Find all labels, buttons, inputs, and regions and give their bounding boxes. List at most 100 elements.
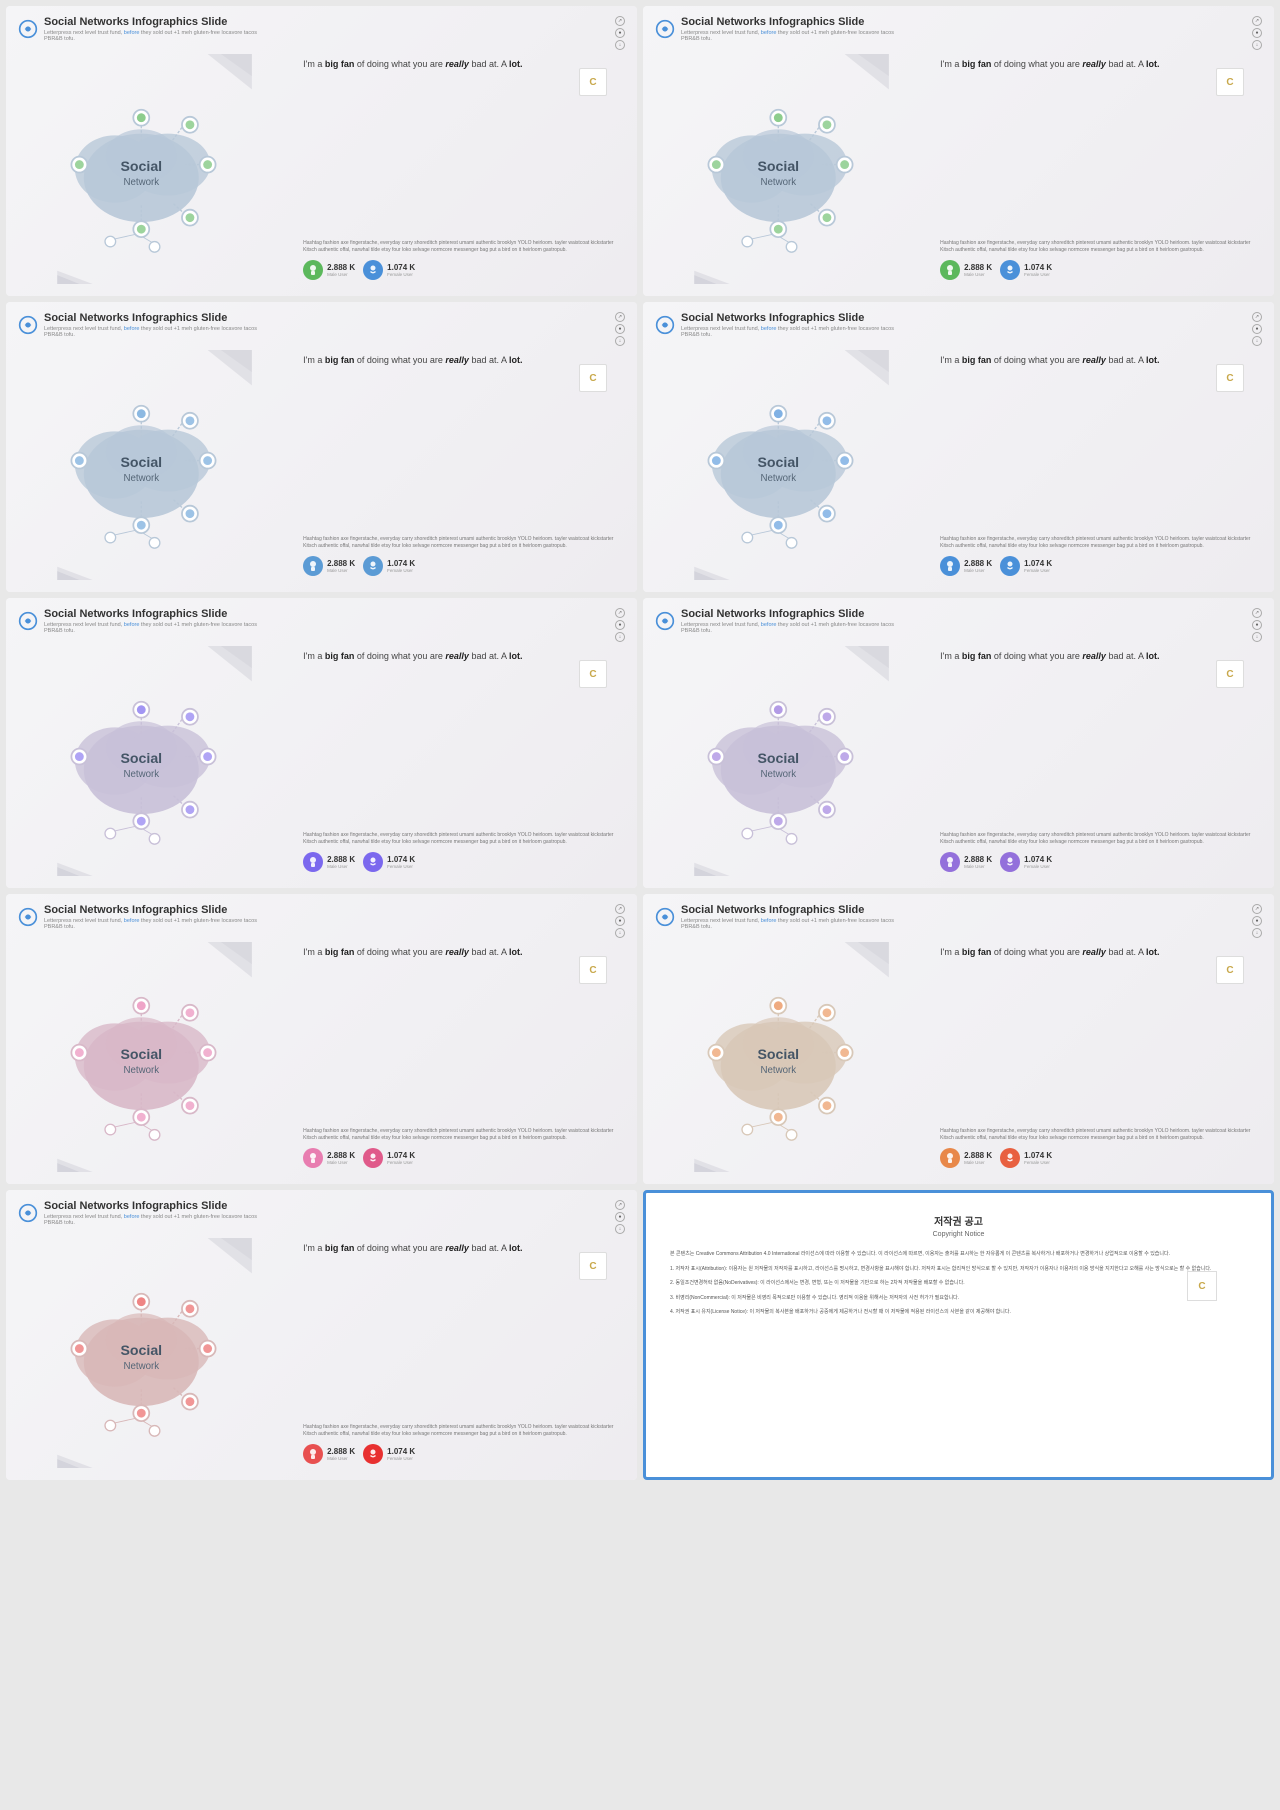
subtitle-highlight: before xyxy=(761,30,777,36)
copyright-paragraph: 2. 동일조건변경허락 없음(NoDerivatives): 이 라이선스에서는… xyxy=(670,1279,1247,1288)
stat-female: 1.074 K Female User xyxy=(1000,260,1052,280)
female-icon xyxy=(363,1148,383,1168)
slide-inner: Social Networks Infographics Slide Lette… xyxy=(6,1190,637,1480)
female-icon xyxy=(1000,260,1020,280)
stat-male-text: 2.888 K Male User xyxy=(964,559,992,573)
slide-header: Social Networks Infographics Slide Lette… xyxy=(6,302,637,350)
copyright-logo: C xyxy=(1187,1271,1217,1301)
corner-icon-3[interactable]: ↓ xyxy=(615,632,625,642)
body-text: Hashtag fashion axe fingerstache, everyd… xyxy=(940,240,1254,254)
slide-subtitle: Letterpress next level trust fund, befor… xyxy=(44,326,264,338)
corner-icon-2[interactable]: ● xyxy=(1252,324,1262,334)
corner-icon-3[interactable]: ↓ xyxy=(615,40,625,50)
corner-icon-3[interactable]: ↓ xyxy=(1252,928,1262,938)
corner-icon-1[interactable]: ↗ xyxy=(615,904,625,914)
copyright-paragraph: 본 콘텐츠는 Creative Commons Attribution 4.0 … xyxy=(670,1250,1247,1259)
slide-subtitle: Letterpress next level trust fund, befor… xyxy=(681,326,901,338)
corner-icon-1[interactable]: ↗ xyxy=(1252,608,1262,618)
corner-icon-1[interactable]: ↗ xyxy=(615,312,625,322)
corner-icon-3[interactable]: ↓ xyxy=(615,928,625,938)
text-area: C I'm a big fan of doing what you are re… xyxy=(303,1238,625,1468)
male-icon xyxy=(303,556,323,576)
female-label: Female User xyxy=(387,568,415,573)
title-text-group: Social Networks Infographics Slide Lette… xyxy=(44,16,264,42)
corner-icon-2[interactable]: ● xyxy=(1252,28,1262,38)
stat-male: 2.888 K Male User xyxy=(303,1148,355,1168)
logo-icon xyxy=(18,611,38,631)
slide-inner: Social Networks Infographics Slide Lette… xyxy=(643,6,1274,296)
stat-female: 1.074 K Female User xyxy=(363,1444,415,1464)
corner-icons: ↗ ● ↓ xyxy=(1252,16,1262,50)
corner-icon-2[interactable]: ● xyxy=(615,324,625,334)
slide-content: Social Network xyxy=(643,54,1274,292)
male-label: Male User xyxy=(327,1456,355,1461)
corner-icon-2[interactable]: ● xyxy=(615,1212,625,1222)
corner-icon-1[interactable]: ↗ xyxy=(615,608,625,618)
corner-icon-3[interactable]: ↓ xyxy=(1252,632,1262,642)
stat-female: 1.074 K Female User xyxy=(1000,852,1052,872)
slide-9: Social Networks Infographics Slide Lette… xyxy=(6,1190,637,1480)
slide-content: Social Network xyxy=(6,1238,637,1476)
corner-icon-2[interactable]: ● xyxy=(1252,620,1262,630)
slide-header: Social Networks Infographics Slide Lette… xyxy=(643,302,1274,350)
brand-box: C xyxy=(579,660,607,688)
female-label: Female User xyxy=(387,272,415,277)
subtitle-highlight: before xyxy=(124,1214,140,1220)
body-text: Hashtag fashion axe fingerstache, everyd… xyxy=(303,536,617,550)
subtitle-highlight: before xyxy=(761,326,777,332)
body-text: Hashtag fashion axe fingerstache, everyd… xyxy=(303,1128,617,1142)
stats-row: 2.888 K Male User xyxy=(940,1148,1254,1168)
stat-male: 2.888 K Male User xyxy=(303,260,355,280)
svg-text:Network: Network xyxy=(123,177,159,188)
slide-title: Social Networks Infographics Slide xyxy=(44,608,264,621)
stats-row: 2.888 K Male User xyxy=(303,1444,617,1464)
corner-icon-3[interactable]: ↓ xyxy=(1252,336,1262,346)
female-number: 1.074 K xyxy=(387,559,415,568)
svg-text:Social: Social xyxy=(120,750,162,766)
slide-6: Social Networks Infographics Slide Lette… xyxy=(643,598,1274,888)
slide-subtitle: Letterpress next level trust fund, befor… xyxy=(44,918,264,930)
title-text-group: Social Networks Infographics Slide Lette… xyxy=(44,904,264,930)
logo-icon xyxy=(655,19,675,39)
title-text-group: Social Networks Infographics Slide Lette… xyxy=(681,904,901,930)
slide-content: Social Network xyxy=(6,646,637,884)
stat-female: 1.074 K Female User xyxy=(363,1148,415,1168)
title-text-group: Social Networks Infographics Slide Lette… xyxy=(681,16,901,42)
stat-male-text: 2.888 K Male User xyxy=(327,855,355,869)
headline: I'm a big fan of doing what you are real… xyxy=(940,650,1254,664)
text-area: C I'm a big fan of doing what you are re… xyxy=(940,942,1262,1172)
corner-icon-3[interactable]: ↓ xyxy=(1252,40,1262,50)
corner-icon-1[interactable]: ↗ xyxy=(615,1200,625,1210)
network-area: Social Network xyxy=(6,942,303,1172)
stat-female-text: 1.074 K Female User xyxy=(1024,855,1052,869)
female-icon xyxy=(363,260,383,280)
corner-icon-3[interactable]: ↓ xyxy=(615,1224,625,1234)
slide-header: Social Networks Infographics Slide Lette… xyxy=(643,894,1274,942)
headline: I'm a big fan of doing what you are real… xyxy=(303,650,617,664)
corner-icon-3[interactable]: ↓ xyxy=(615,336,625,346)
text-area: C I'm a big fan of doing what you are re… xyxy=(303,646,625,876)
corner-icon-1[interactable]: ↗ xyxy=(615,16,625,26)
corner-icon-1[interactable]: ↗ xyxy=(1252,16,1262,26)
corner-icon-2[interactable]: ● xyxy=(615,28,625,38)
corner-icon-2[interactable]: ● xyxy=(1252,916,1262,926)
corner-icons: ↗ ● ↓ xyxy=(615,16,625,50)
slide-inner: Social Networks Infographics Slide Lette… xyxy=(643,598,1274,888)
stat-male: 2.888 K Male User xyxy=(940,852,992,872)
slide-subtitle: Letterpress next level trust fund, befor… xyxy=(44,30,264,42)
logo-icon xyxy=(18,1203,38,1223)
brand-box: C xyxy=(579,1252,607,1280)
corner-icons: ↗ ● ↓ xyxy=(1252,608,1262,642)
male-number: 2.888 K xyxy=(327,263,355,272)
corner-icon-2[interactable]: ● xyxy=(615,916,625,926)
male-icon xyxy=(303,852,323,872)
corner-icon-2[interactable]: ● xyxy=(615,620,625,630)
corner-icons: ↗ ● ↓ xyxy=(1252,312,1262,346)
corner-icon-1[interactable]: ↗ xyxy=(1252,312,1262,322)
corner-icon-1[interactable]: ↗ xyxy=(1252,904,1262,914)
headline: I'm a big fan of doing what you are real… xyxy=(303,354,617,368)
stat-female-text: 1.074 K Female User xyxy=(387,1447,415,1461)
male-icon xyxy=(940,852,960,872)
stat-female-text: 1.074 K Female User xyxy=(387,1151,415,1165)
female-label: Female User xyxy=(387,1456,415,1461)
